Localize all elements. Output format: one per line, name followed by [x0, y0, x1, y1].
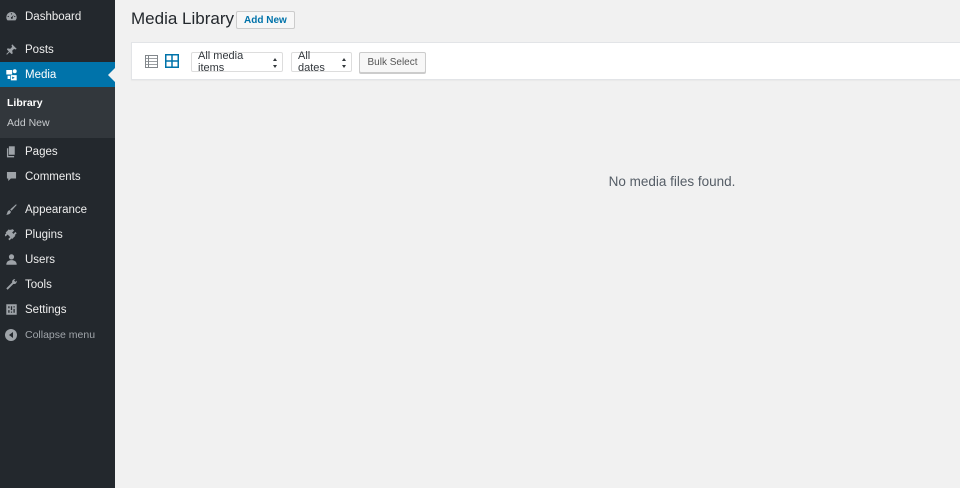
date-filter-value: All dates — [298, 50, 325, 74]
sidebar-item-posts[interactable]: Posts — [0, 37, 115, 62]
sidebar-item-users[interactable]: Users — [0, 247, 115, 272]
pushpin-icon — [4, 43, 18, 57]
select-arrows-icon — [342, 58, 347, 68]
sidebar-item-label: Plugins — [25, 228, 63, 241]
bulk-select-button[interactable]: Bulk Select — [359, 52, 426, 73]
media-type-filter-select[interactable]: All media items — [191, 50, 283, 74]
sidebar-item-settings[interactable]: Settings — [0, 297, 115, 322]
media-icon — [4, 68, 18, 82]
page-title: Media Library — [131, 9, 234, 28]
media-submenu: Library Add New — [0, 87, 115, 138]
sidebar-item-label: Pages — [25, 145, 58, 158]
sidebar-item-plugins[interactable]: Plugins — [0, 222, 115, 247]
sidebar-item-comments[interactable]: Comments — [0, 164, 115, 189]
sidebar-item-pages[interactable]: Pages — [0, 139, 115, 164]
sidebar-item-appearance[interactable]: Appearance — [0, 197, 115, 222]
list-view-icon[interactable] — [145, 55, 158, 68]
select-arrows-icon — [273, 58, 278, 68]
sidebar-item-tools[interactable]: Tools — [0, 272, 115, 297]
submenu-item-add-new[interactable]: Add New — [0, 113, 115, 133]
sidebar-item-label: Posts — [25, 43, 54, 56]
collapse-arrow-icon — [4, 328, 18, 342]
sidebar-item-label: Settings — [25, 303, 67, 316]
comment-icon — [4, 170, 18, 184]
sidebar-item-media[interactable]: Media — [0, 62, 115, 87]
sidebar-item-label: Comments — [25, 170, 81, 183]
admin-sidebar: Dashboard Posts Media Library Add New Pa… — [0, 0, 115, 488]
empty-state-message: No media files found. — [608, 174, 736, 189]
user-icon — [4, 253, 18, 267]
sidebar-item-label: Users — [25, 253, 56, 266]
collapse-menu-label: Collapse menu — [25, 328, 96, 341]
sidebar-item-label: Tools — [25, 278, 52, 291]
sidebar-item-label: Appearance — [25, 203, 88, 216]
media-toolbar: All media items All dates Bulk Select — [131, 42, 960, 80]
paintbrush-icon — [4, 203, 18, 217]
add-new-button[interactable]: Add New — [236, 11, 295, 29]
grid-view-icon[interactable] — [165, 54, 179, 68]
collapse-menu-button[interactable]: Collapse menu — [0, 322, 115, 347]
pages-icon — [4, 145, 18, 159]
wrench-icon — [4, 278, 18, 292]
sidebar-item-label: Dashboard — [25, 10, 82, 23]
settings-icon — [4, 303, 18, 317]
date-filter-select[interactable]: All dates — [291, 50, 352, 74]
plugin-icon — [4, 228, 18, 242]
sidebar-item-label: Media — [25, 68, 57, 81]
submenu-item-library[interactable]: Library — [0, 93, 115, 113]
dashboard-icon — [4, 10, 18, 24]
sidebar-item-dashboard[interactable]: Dashboard — [0, 4, 115, 29]
media-type-filter-value: All media items — [198, 50, 244, 74]
